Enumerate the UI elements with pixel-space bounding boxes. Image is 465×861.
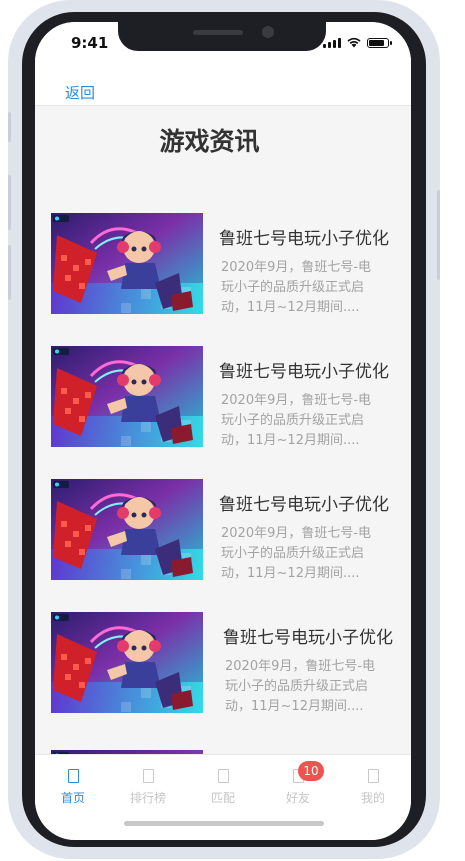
volume-up-button <box>8 175 11 230</box>
news-title: 鲁班七号电玩小子优化 <box>223 628 393 648</box>
news-thumbnail <box>51 479 203 580</box>
battery-icon <box>367 38 392 48</box>
power-button <box>437 190 440 280</box>
camera <box>262 26 274 38</box>
signal-icon <box>323 38 341 48</box>
news-thumbnail <box>51 213 203 314</box>
volume-down-button <box>8 245 11 300</box>
news-description: 2020年9月，鲁班七号-电玩小子的品质升级正式启动，11月~12月期间.... <box>221 393 372 448</box>
notification-badge: 10 <box>298 761 324 781</box>
news-item[interactable]: 鲁班七号电玩小子优化 2020年9月，鲁班七号-电玩小子的品质升级正式启动，11… <box>51 346 401 448</box>
home-icon <box>67 769 79 783</box>
tab-match[interactable]: 匹配 <box>193 769 253 806</box>
status-icons <box>323 37 392 48</box>
tab-profile[interactable]: 我的 <box>343 769 403 806</box>
news-item[interactable]: 鲁班七号电玩小子优化 2020年9月，鲁班七号-电玩小子的品质升级正式启动，11… <box>51 612 401 714</box>
tab-label: 首页 <box>60 791 85 805</box>
home-indicator[interactable] <box>124 821 324 826</box>
tab-label: 我的 <box>360 791 385 805</box>
nav-bar: 返回 <box>35 68 411 106</box>
tab-label: 排行榜 <box>129 791 166 805</box>
page-title: 游戏资讯 <box>159 127 260 156</box>
mute-switch <box>8 112 11 142</box>
news-description: 2020年9月，鲁班七号-电玩小子的品质升级正式启动，11月~12月期间.... <box>221 260 372 315</box>
news-title: 鲁班七号电玩小子优化 <box>219 495 389 515</box>
tab-label: 好友 <box>285 791 310 805</box>
profile-icon <box>367 769 379 783</box>
news-thumbnail <box>51 346 203 447</box>
news-title: 鲁班七号电玩小子优化 <box>219 229 389 249</box>
news-item[interactable]: 鲁班七号电玩小子优化 2020年9月，鲁班七号-电玩小子的品质升级正式启动，11… <box>51 479 401 581</box>
tab-bar: 首页 排行榜 匹配 好友 10 我的 <box>35 754 411 840</box>
back-button[interactable]: 返回 <box>65 82 95 103</box>
tab-home[interactable]: 首页 <box>43 769 103 806</box>
news-title: 鲁班七号电玩小子优化 <box>219 362 389 382</box>
news-list: 游戏资讯 鲁班七号电玩小子优化 2020年9月，鲁班七号-电玩小子的品质升级正式 <box>35 22 411 840</box>
match-icon <box>217 769 229 783</box>
tab-ranking[interactable]: 排行榜 <box>118 769 178 806</box>
tab-friends[interactable]: 好友 10 <box>268 761 328 806</box>
news-item[interactable]: 鲁班七号电玩小子优化 2020年9月，鲁班七号-电玩小子的品质升级正式启动，11… <box>51 213 401 315</box>
tab-label: 匹配 <box>210 791 235 805</box>
ranking-icon <box>142 769 154 783</box>
news-thumbnail <box>51 612 203 713</box>
notch <box>118 22 326 51</box>
speaker <box>193 30 243 35</box>
wifi-icon <box>347 37 361 48</box>
news-description: 2020年9月，鲁班七号-电玩小子的品质升级正式启动，11月~12月期间.... <box>225 659 376 714</box>
news-description: 2020年9月，鲁班七号-电玩小子的品质升级正式启动，11月~12月期间.... <box>221 526 372 581</box>
phone-screen: 游戏资讯 鲁班七号电玩小子优化 2020年9月，鲁班七号-电玩小子的品质升级正式 <box>35 22 411 840</box>
status-time: 9:41 <box>71 34 109 52</box>
